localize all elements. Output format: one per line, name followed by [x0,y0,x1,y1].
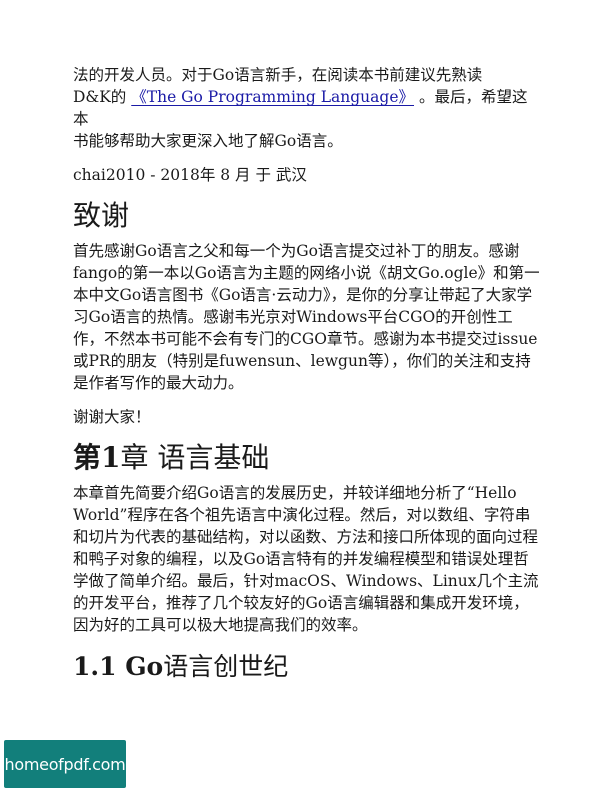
section-1-1-heading: 1.1 Go语言创世纪 [73,650,541,684]
watermark-logo[interactable]: homeofpdf.com [4,740,126,788]
chapter-1-heading: 第1章 语言基础 [73,440,541,476]
acknowledgements-paragraph: 首先感谢Go语言之父和每一个为Go语言提交过补丁的朋友。感谢fango的第一本以… [73,242,540,392]
section-1-1-number: 1.1 Go [73,652,164,681]
thanks-line: 谢谢大家！ [73,408,151,426]
intro-line-3: 书能够帮助大家更深入地了解Go语言。 [73,132,343,150]
signature-line: chai2010 - 2018年 8 月 于 武汉 [73,166,307,184]
watermark-text: homeofpdf.com [4,754,126,774]
section-1-1-title: 语言创世纪 [163,652,289,681]
acknowledgements-heading: 致谢 [73,199,130,232]
book-link[interactable]: 《The Go Programming Language》 [131,88,414,106]
document-page: 法的开发人员。对于Go语言新手，在阅读本书前建议先熟读 D&K的 《The Go… [73,64,541,684]
chapter-1-title: 章 语言基础 [120,441,270,474]
chapter-1-number: 第1 [73,441,121,474]
chapter-1-paragraph: 本章首先简要介绍Go语言的发展历史，并较详细地分析了“Hello World”程… [73,484,539,634]
intro-paragraph: 法的开发人员。对于Go语言新手，在阅读本书前建议先熟读 D&K的 《The Go… [73,64,541,152]
intro-line-1: 法的开发人员。对于Go语言新手，在阅读本书前建议先熟读 [73,66,483,84]
intro-line-2-prefix: D&K的 [73,88,127,106]
